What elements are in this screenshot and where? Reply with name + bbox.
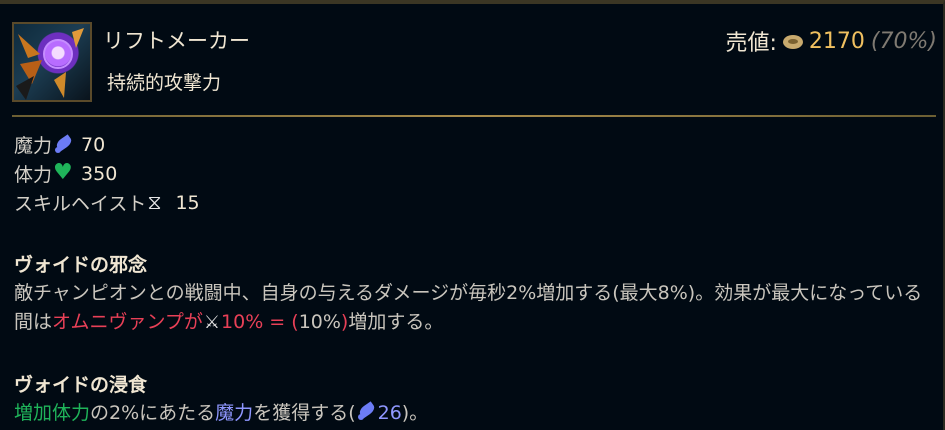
ability-power-keyword: 魔力 bbox=[215, 402, 254, 424]
omnivamp-keyword: オムニヴァンプが bbox=[52, 311, 203, 333]
passive-text: 増加する。 bbox=[348, 311, 444, 333]
health-icon bbox=[53, 160, 75, 185]
ability-power-icon bbox=[356, 403, 378, 421]
stat-ability-haste: スキルヘイスト 15 bbox=[14, 188, 939, 217]
item-subtitle: 持続的攻撃力 bbox=[107, 72, 222, 94]
stat-label: 体力 bbox=[14, 164, 53, 186]
tooltip-header: リフトメーカー 持続的攻撃力 売値: 2170 (70%) bbox=[0, 4, 945, 114]
item-tooltip: リフトメーカー 持続的攻撃力 売値: 2170 (70%) 魔力 70 体力 3… bbox=[0, 0, 945, 430]
stat-value: 70 bbox=[81, 133, 106, 156]
stat-label: スキルヘイスト bbox=[14, 193, 147, 215]
omnivamp-ratio: 10% bbox=[298, 311, 341, 333]
stat-health: 体力 350 bbox=[14, 159, 939, 188]
stat-ability-power: 魔力 70 bbox=[14, 130, 939, 159]
sell-amount: 2170 bbox=[808, 28, 865, 54]
sell-label: 売値: bbox=[725, 31, 777, 56]
omnivamp-value: 10% = ( bbox=[221, 311, 299, 333]
bonus-health-keyword: 増加体力 bbox=[14, 402, 91, 424]
passive-text: の2%にあたる bbox=[90, 402, 216, 424]
passive-description-void-corruption: 敵チャンピオンとの戦闘中、自身の与えるダメージが毎秒2%増加する(最大8%)。効… bbox=[14, 279, 939, 337]
gold-icon bbox=[782, 35, 803, 49]
ability-power-value: 26 bbox=[377, 402, 402, 424]
sell-price: 売値: 2170 (70%) bbox=[726, 25, 938, 57]
passive-title-void-infusion: ヴォイドの浸食 bbox=[14, 374, 148, 396]
ability-haste-icon bbox=[147, 190, 169, 214]
passive-description-void-infusion: 増加体力の2%にあたる魔力を獲得する( 26)。 bbox=[14, 399, 939, 428]
ability-power-icon bbox=[53, 135, 75, 155]
sell-percent: (70%) bbox=[870, 28, 937, 54]
item-name: リフトメーカー bbox=[103, 29, 250, 53]
passive-text: を獲得する( bbox=[253, 402, 356, 424]
riftmaker-icon-art bbox=[16, 28, 84, 100]
passive-title-void-corruption: ヴォイドの邪念 bbox=[14, 254, 148, 276]
stat-value: 350 bbox=[81, 162, 118, 185]
passive-text: )。 bbox=[401, 402, 429, 424]
stat-value: 15 bbox=[175, 191, 200, 214]
stat-label: 魔力 bbox=[14, 135, 53, 157]
header-divider bbox=[12, 115, 936, 117]
tooltip-body: 魔力 70 体力 350 スキルヘイスト 15 ヴォイドの邪念 敵チャンピオンと… bbox=[14, 130, 939, 428]
riftmaker-item-icon bbox=[12, 22, 92, 102]
crossed-swords-icon: ⚔ bbox=[203, 312, 221, 333]
